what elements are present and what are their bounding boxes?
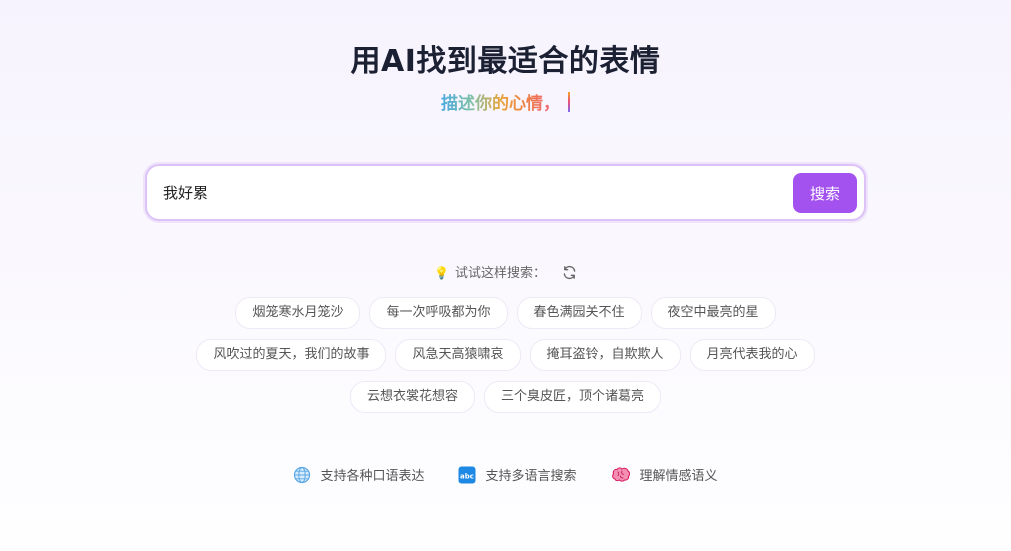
feature-label: 支持各种口语表达 <box>320 469 425 484</box>
search-button[interactable]: 搜索 <box>793 173 857 213</box>
suggestion-chip[interactable]: 夜空中最亮的星 <box>650 297 776 329</box>
suggestion-chip[interactable]: 月亮代表我的心 <box>689 339 815 371</box>
svg-text:abc: abc <box>461 472 475 480</box>
typing-cursor <box>568 92 570 112</box>
suggestion-chip[interactable]: 烟笼寒水月笼沙 <box>235 297 361 329</box>
suggestion-chip[interactable]: 掩耳盗铃，自欺欺人 <box>529 339 681 371</box>
subtitle-text: 描述你的心情， <box>441 94 560 114</box>
suggestion-row: 云想衣裳花想容 三个臭皮匠，顶个诸葛亮 <box>150 381 861 413</box>
feature-item: abc 支持多语言搜索 <box>458 465 577 484</box>
brain-icon <box>611 466 631 484</box>
feature-item: 支持各种口语表达 <box>293 465 424 484</box>
suggestion-chip[interactable]: 风急天高猿啸哀 <box>395 339 521 371</box>
suggestion-chip[interactable]: 三个臭皮匠，顶个诸葛亮 <box>484 381 662 413</box>
refresh-icon[interactable] <box>562 265 577 284</box>
feature-item: 理解情感语义 <box>611 465 718 484</box>
suggestion-header: 💡 试试这样搜索： <box>0 262 1011 284</box>
suggestion-row: 风吹过的夏天，我们的故事 风急天高猿啸哀 掩耳盗铃，自欺欺人 月亮代表我的心 <box>150 339 861 371</box>
suggestion-chip[interactable]: 每一次呼吸都为你 <box>369 297 508 329</box>
feature-label: 理解情感语义 <box>639 469 718 484</box>
abc-icon: abc <box>458 466 476 484</box>
feature-label: 支持多语言搜索 <box>485 469 577 484</box>
feature-list: 支持各种口语表达 abc 支持多语言搜索 理解情感语义 <box>0 465 1011 484</box>
globe-icon <box>293 466 311 484</box>
search-input[interactable] <box>163 166 783 219</box>
suggestion-chip[interactable]: 春色满园关不住 <box>516 297 642 329</box>
search-box: 搜索 <box>145 164 866 221</box>
suggestion-chip[interactable]: 云想衣裳花想容 <box>349 381 475 413</box>
page-title: 用AI找到最适合的表情 <box>350 44 661 79</box>
suggestion-prompt: 试试这样搜索： <box>454 266 546 281</box>
page-subtitle: 描述你的心情， <box>0 89 1011 114</box>
suggestion-chip[interactable]: 风吹过的夏天，我们的故事 <box>196 339 387 371</box>
suggestion-row: 烟笼寒水月笼沙 每一次呼吸都为你 春色满园关不住 夜空中最亮的星 <box>150 297 861 329</box>
lightbulb-icon: 💡 <box>434 266 449 280</box>
